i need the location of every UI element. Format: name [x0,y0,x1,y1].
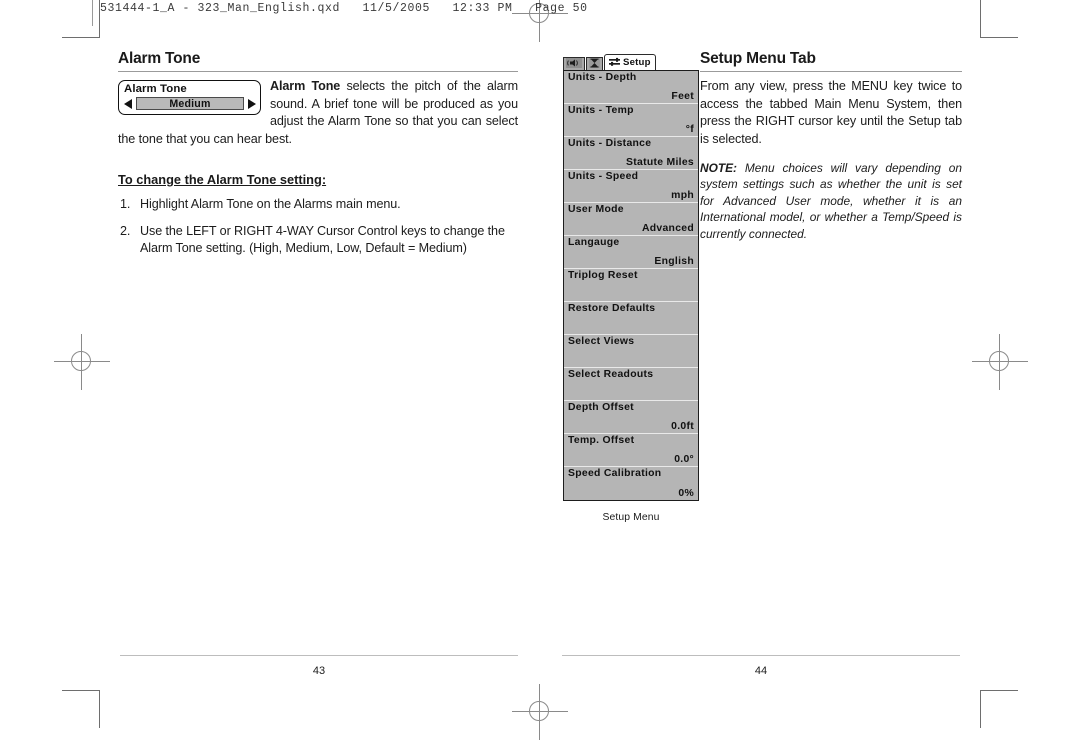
setup-menu-description: From any view, press the MENU key twice … [700,79,962,146]
heading-rule-left [118,71,518,72]
crop-mark-bottom-right [980,690,1018,728]
menu-item-label: Select Readouts [568,369,654,380]
figure-caption-setup-menu: Setup Menu [602,512,660,523]
crop-mark-top-left [62,0,100,38]
job-slug-text: 531444-1_A - 323_Man_English.qxd 11/5/20… [100,2,588,15]
menu-item-value: Advanced [641,223,694,234]
alarm-tone-widget-title: Alarm Tone [124,83,187,95]
alarm-tone-value-bar[interactable]: Medium [136,97,244,110]
slug-divider [92,0,93,26]
alarm-tone-term: Alarm Tone [270,79,341,93]
alarm-tone-steps-list: 1. Highlight Alarm Tone on the Alarms ma… [118,196,518,258]
page-title-setup-menu-tab: Setup Menu Tab [700,50,816,67]
registration-mark-bottom [512,684,568,740]
menu-item-label: Select Views [568,336,635,347]
menu-item-label: Restore Defaults [568,303,656,314]
tab-setup[interactable]: Setup [604,54,656,70]
menu-item-units-speed[interactable]: Units - Speed mph [564,170,698,203]
menu-item-value: 0.0° [674,454,694,465]
menu-item-temp-offset[interactable]: Temp. Offset 0.0° [564,434,698,467]
step-text: Use the LEFT or RIGHT 4-WAY Cursor Contr… [140,223,505,256]
menu-item-user-mode[interactable]: User Mode Advanced [564,203,698,236]
menu-item-value: English [654,256,694,267]
setup-menu-note: NOTE: Menu choices will vary depending o… [700,160,962,242]
registration-mark-left [54,334,110,390]
crop-mark-bottom-left [62,690,100,728]
tab-timer[interactable] [586,57,603,70]
footer-rule-left [120,655,518,657]
footer-right: 44 [562,655,960,677]
menu-item-triplog-reset[interactable]: Triplog Reset [564,269,698,302]
alarm-tone-value: Medium [169,97,211,110]
crop-mark-top-right [980,0,1018,38]
setup-menu-list: Units - Depth Feet Units - Temp °f Units… [563,70,699,501]
menu-item-value: Feet [671,91,694,102]
menu-item-label: Units - Temp [568,105,634,116]
heading-rule-right [700,71,962,72]
menu-item-label: Triplog Reset [568,270,638,281]
menu-item-value: °f [685,124,694,135]
step-text: Highlight Alarm Tone on the Alarms main … [140,197,401,211]
menu-item-value: mph [671,190,694,201]
note-text: Menu choices will vary depending on syst… [700,161,962,241]
hourglass-icon [589,56,600,72]
menu-item-label: Speed Calibration [568,468,662,479]
page-right: Setup Menu Tab From any view, press the … [700,50,962,242]
page-title-alarm-tone: Alarm Tone [118,50,201,67]
triangle-left-icon[interactable] [124,98,132,109]
menu-item-speed-calibration[interactable]: Speed Calibration 0% [564,467,698,500]
menu-item-select-readouts[interactable]: Select Readouts [564,368,698,401]
menu-item-label: Depth Offset [568,402,634,413]
step-number: 2. [120,223,131,238]
tab-setup-label: Setup [623,57,651,68]
menu-item-language[interactable]: Langauge English [564,236,698,269]
triangle-right-icon[interactable] [248,98,256,109]
menu-item-label: Units - Speed [568,171,639,182]
setup-menu-screenshot: Setup Units - Depth Feet Units - Temp °f… [563,54,699,523]
menu-item-units-distance[interactable]: Units - Distance Statute Miles [564,137,698,170]
menu-item-select-views[interactable]: Select Views [564,335,698,368]
subheading-change-alarm-tone: To change the Alarm Tone setting: [118,172,327,187]
alarm-speaker-icon [566,56,582,72]
menu-item-label: Langauge [568,237,620,248]
menu-item-label: Units - Distance [568,138,652,149]
alarm-tone-widget: Alarm Tone Medium [118,80,261,115]
list-item: 2. Use the LEFT or RIGHT 4-WAY Cursor Co… [118,223,518,258]
lcd-tab-bar: Setup [563,54,699,70]
menu-item-value: 0.0ft [671,421,694,432]
menu-item-depth-offset[interactable]: Depth Offset 0.0ft [564,401,698,434]
menu-item-value: Statute Miles [626,157,694,168]
page-number-left: 43 [312,665,326,678]
page-number-right: 44 [754,665,768,678]
page-left: Alarm Tone Alarm Tone Medium Alarm Tone … [118,50,518,267]
menu-item-label: Temp. Offset [568,435,635,446]
menu-item-units-depth[interactable]: Units - Depth Feet [564,71,698,104]
list-item: 1. Highlight Alarm Tone on the Alarms ma… [118,196,518,214]
note-label: NOTE: [700,161,737,175]
menu-item-value: 0% [678,488,694,499]
menu-item-restore-defaults[interactable]: Restore Defaults [564,302,698,335]
menu-item-label: Units - Depth [568,72,637,83]
menu-item-label: User Mode [568,204,624,215]
footer-left: 43 [120,655,518,677]
step-number: 1. [120,197,131,211]
tab-alarms[interactable] [563,57,585,70]
sliders-icon [609,55,623,71]
footer-rule-right [562,655,960,657]
menu-item-units-temp[interactable]: Units - Temp °f [564,104,698,137]
registration-mark-right [972,334,1028,390]
